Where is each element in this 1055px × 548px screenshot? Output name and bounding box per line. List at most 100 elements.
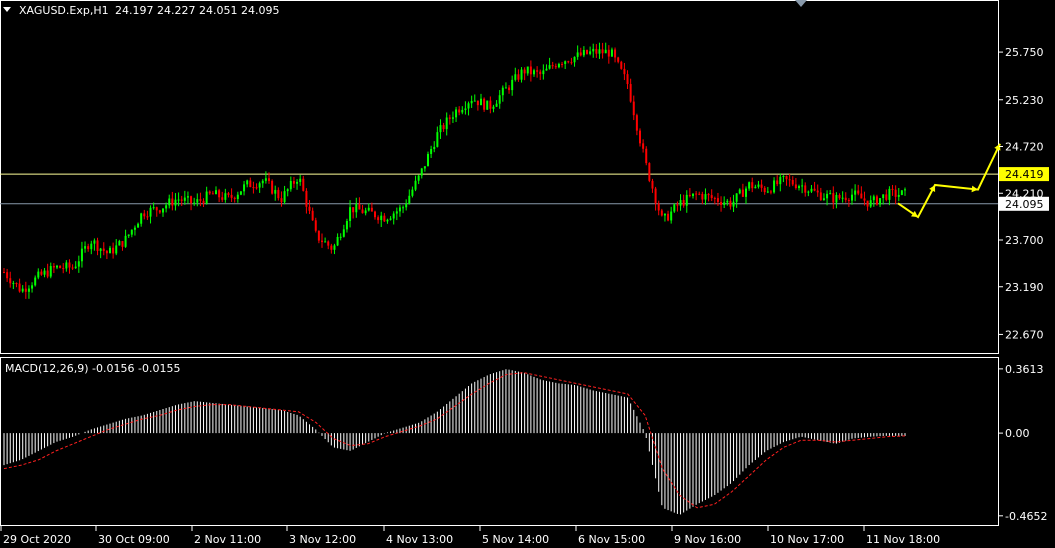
candle-body xyxy=(598,49,601,54)
candle-body xyxy=(405,203,408,208)
candle-body xyxy=(308,206,311,211)
candle-body xyxy=(158,210,161,213)
candle-body xyxy=(317,230,320,241)
candle-body xyxy=(230,194,233,198)
candle-body xyxy=(56,265,58,268)
candle-body xyxy=(252,187,255,189)
candle-body xyxy=(286,189,289,192)
time-tick-label: 9 Nov 16:00 xyxy=(674,533,741,546)
candle-body xyxy=(592,48,595,52)
candle-body xyxy=(77,261,80,267)
candle-body xyxy=(872,196,875,201)
candle-body xyxy=(305,190,308,207)
candle-body xyxy=(629,84,632,102)
candle-body xyxy=(143,213,146,217)
candle-body xyxy=(149,207,152,217)
candle-body xyxy=(716,198,719,202)
candle-body xyxy=(732,201,735,207)
candle-body xyxy=(74,266,77,269)
candle-body xyxy=(483,98,486,110)
candle-body xyxy=(589,51,592,54)
candle-body xyxy=(576,52,579,57)
candle-body xyxy=(533,70,535,75)
candle-body xyxy=(137,223,140,228)
candle-body xyxy=(769,191,772,193)
candle-body xyxy=(614,49,617,58)
candle-body xyxy=(486,100,489,110)
candle-body xyxy=(239,191,242,195)
candle-body xyxy=(504,87,507,89)
macd-title: MACD(12,26,9) -0.0156 -0.0155 xyxy=(5,362,180,375)
candle-body xyxy=(851,194,853,201)
candle-body xyxy=(557,63,560,68)
candle-body xyxy=(27,288,30,292)
candle-body xyxy=(420,168,423,176)
time-tick-label: 30 Oct 09:00 xyxy=(98,533,170,546)
macd-tick-label: -0.4652 xyxy=(1005,510,1047,523)
candle-body xyxy=(205,191,208,204)
dropdown-triangle-icon[interactable] xyxy=(3,7,11,12)
candle-body xyxy=(99,248,102,251)
price-tick-label: 23.700 xyxy=(1005,234,1044,247)
candle-body xyxy=(561,63,564,65)
candle-body xyxy=(9,278,12,284)
candle-body xyxy=(49,266,52,277)
candle-body xyxy=(227,193,230,195)
candle-body xyxy=(377,217,380,221)
candle-body xyxy=(321,240,323,242)
candle-body xyxy=(735,193,738,202)
candle-body xyxy=(489,100,492,109)
candle-body xyxy=(165,205,168,209)
candle-body xyxy=(807,191,810,193)
candle-body xyxy=(430,149,433,154)
candle-body xyxy=(451,117,454,119)
candle-body xyxy=(841,197,844,199)
bid-price-tag-label: 24.095 xyxy=(1005,198,1044,211)
candle-body xyxy=(121,241,124,247)
macd-axis: 0.3613 0.00 -0.4652 xyxy=(999,363,1047,523)
candle-body xyxy=(261,180,264,184)
candle-body xyxy=(551,65,554,67)
candle-body xyxy=(673,204,676,212)
price-tick-label: 25.750 xyxy=(1005,46,1044,59)
candle-body xyxy=(860,193,863,199)
candle-body xyxy=(392,213,395,219)
price-tick-label: 22.670 xyxy=(1005,328,1044,341)
candle-body xyxy=(773,180,776,193)
candle-body xyxy=(177,199,180,201)
candle-body xyxy=(838,195,841,199)
candle-body xyxy=(701,193,704,200)
candle-body xyxy=(411,189,414,196)
candle-body xyxy=(897,194,900,197)
candle-body xyxy=(21,288,24,292)
candle-body xyxy=(124,235,127,247)
candle-body xyxy=(682,200,685,206)
candle-body xyxy=(514,74,517,80)
chart-shift-marker-icon[interactable] xyxy=(795,0,807,7)
candle-body xyxy=(829,193,832,195)
candle-body xyxy=(292,180,295,184)
candle-body xyxy=(548,65,551,69)
candle-body xyxy=(713,197,716,199)
candle-body xyxy=(255,187,258,189)
candle-body xyxy=(692,193,694,197)
candle-body xyxy=(361,209,364,214)
candle-body xyxy=(804,185,807,193)
candle-body xyxy=(869,200,872,207)
candle-body xyxy=(455,109,458,118)
candle-body xyxy=(445,117,448,130)
candle-body xyxy=(570,62,573,64)
macd-tick-label: 0.3613 xyxy=(1005,363,1044,376)
candle-body xyxy=(458,109,461,113)
candle-body xyxy=(374,211,376,218)
candle-body xyxy=(754,186,757,189)
candle-body xyxy=(417,175,420,181)
candle-body xyxy=(383,215,386,222)
candle-body xyxy=(218,190,221,198)
price-panel-frame xyxy=(0,0,999,354)
symbol-label: XAGUSD.Exp,H1 xyxy=(19,4,109,17)
candle-body xyxy=(461,109,464,113)
candle-body xyxy=(162,208,164,213)
candle-body xyxy=(65,262,68,269)
candle-body xyxy=(788,179,791,181)
